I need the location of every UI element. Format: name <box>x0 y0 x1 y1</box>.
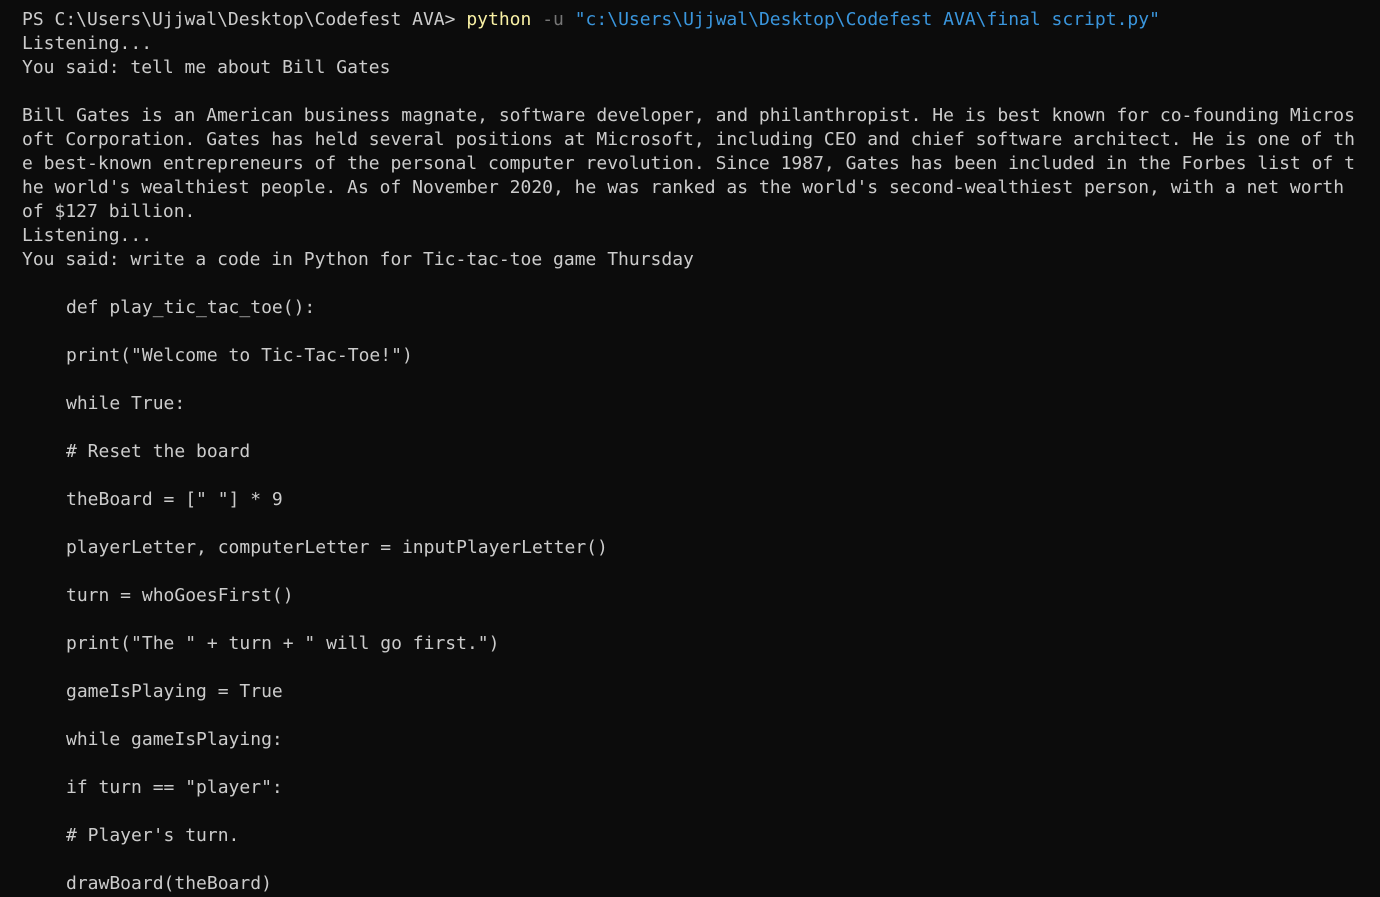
code-line: # Reset the board <box>66 441 251 462</box>
prompt-command: python <box>466 9 532 30</box>
output-line: he world's wealthiest people. As of Nove… <box>22 177 1345 198</box>
code-line: drawBoard(theBoard) <box>66 873 272 894</box>
prompt-flag: -u <box>531 9 575 30</box>
code-line: if turn == "player": <box>66 777 283 798</box>
code-line: # Player's turn. <box>66 825 240 846</box>
output-line: You said: write a code in Python for Tic… <box>22 249 694 270</box>
terminal-window[interactable]: PS C:\Users\Ujjwal\Desktop\Codefest AVA>… <box>0 0 1380 897</box>
prompt-line: PS C:\Users\Ujjwal\Desktop\Codefest AVA>… <box>22 8 1160 32</box>
code-line: turn = whoGoesFirst() <box>66 585 294 606</box>
output-line: Listening... <box>22 33 153 54</box>
code-line: def play_tic_tac_toe(): <box>66 297 316 318</box>
code-line: print("Welcome to Tic-Tac-Toe!") <box>66 345 413 366</box>
output-line: oft Corporation. Gates has held several … <box>22 129 1355 150</box>
output-line: Bill Gates is an American business magna… <box>22 105 1355 126</box>
code-line: playerLetter, computerLetter = inputPlay… <box>66 537 608 558</box>
code-line: while True: <box>66 393 186 414</box>
prompt-argument: "c:\Users\Ujjwal\Desktop\Codefest AVA\fi… <box>574 9 1160 30</box>
output-line: e best-known entrepreneurs of the person… <box>22 153 1355 174</box>
output-line: Listening... <box>22 225 153 246</box>
code-line: gameIsPlaying = True <box>66 681 283 702</box>
prompt-path: PS C:\Users\Ujjwal\Desktop\Codefest AVA> <box>22 9 467 30</box>
output-line: of $127 billion. <box>22 201 196 222</box>
code-line: print("The " + turn + " will go first.") <box>66 633 500 654</box>
output-line: You said: tell me about Bill Gates <box>22 57 391 78</box>
code-line: theBoard = [" "] * 9 <box>66 489 283 510</box>
code-line: while gameIsPlaying: <box>66 729 283 750</box>
